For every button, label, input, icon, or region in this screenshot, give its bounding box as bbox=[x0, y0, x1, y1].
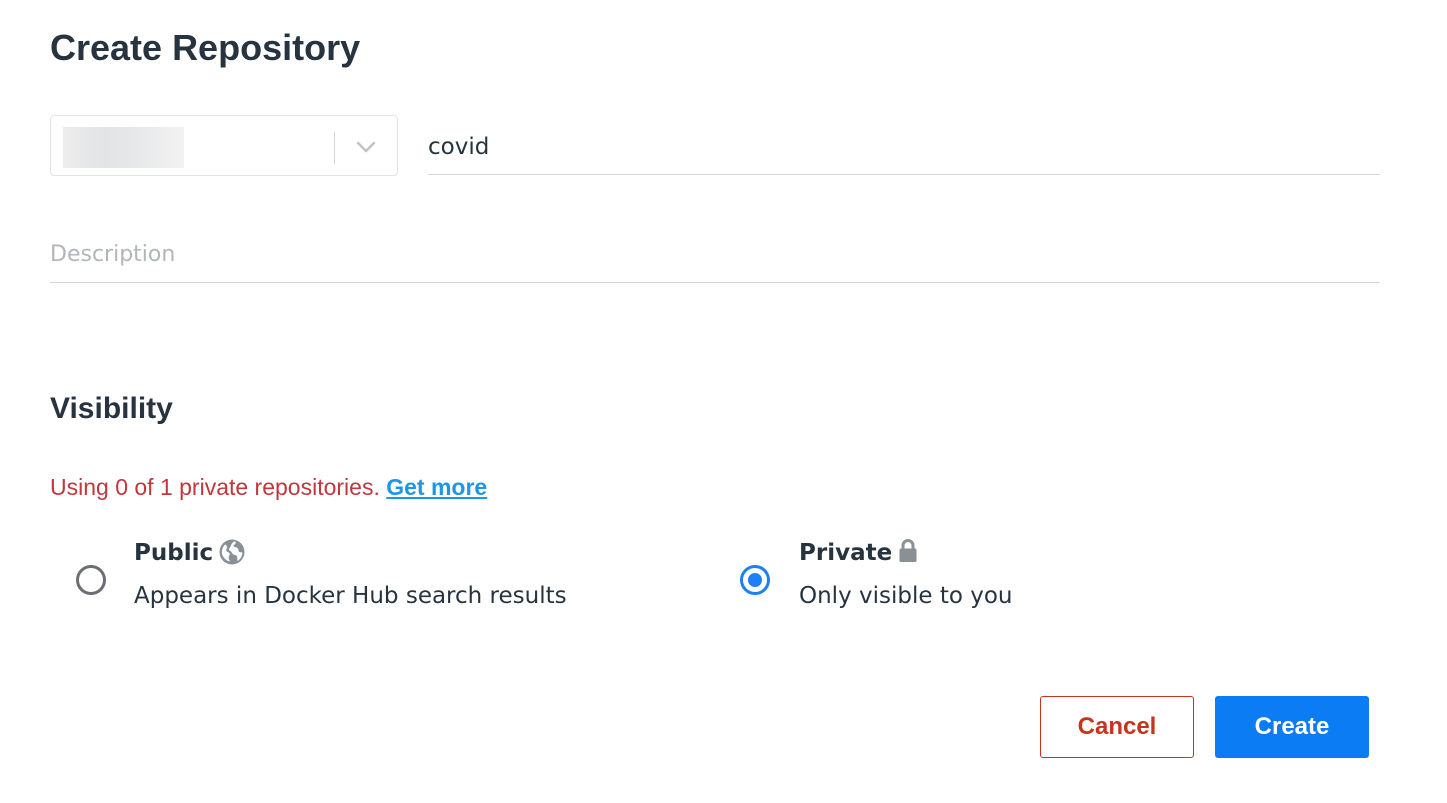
cancel-button[interactable]: Cancel bbox=[1040, 696, 1194, 758]
get-more-link[interactable]: Get more bbox=[386, 474, 487, 500]
private-description: Only visible to you bbox=[799, 583, 1013, 609]
radio-selected-dot bbox=[748, 573, 762, 587]
usage-text: Using 0 of 1 private repositories. bbox=[50, 474, 380, 500]
public-description: Appears in Docker Hub search results bbox=[134, 583, 567, 609]
lock-icon bbox=[899, 539, 917, 562]
private-label: Private bbox=[799, 540, 893, 566]
repository-name-input[interactable]: covid bbox=[428, 122, 1380, 175]
private-repo-usage: Using 0 of 1 private repositories. Get m… bbox=[50, 470, 487, 504]
description-input[interactable]: Description bbox=[50, 230, 1380, 283]
private-radio[interactable] bbox=[740, 565, 770, 595]
page-title: Create Repository bbox=[50, 27, 361, 68]
chevron-down-icon[interactable] bbox=[355, 138, 377, 156]
public-label: Public bbox=[134, 540, 214, 566]
namespace-value-redacted bbox=[63, 127, 184, 168]
create-button[interactable]: Create bbox=[1215, 696, 1369, 758]
public-radio[interactable] bbox=[76, 565, 106, 595]
select-divider bbox=[334, 132, 335, 164]
visibility-heading: Visibility bbox=[50, 392, 173, 425]
create-repository-page: Create Repository covid Description Visi… bbox=[0, 0, 1447, 803]
globe-icon bbox=[219, 539, 245, 565]
namespace-select[interactable] bbox=[50, 115, 398, 176]
